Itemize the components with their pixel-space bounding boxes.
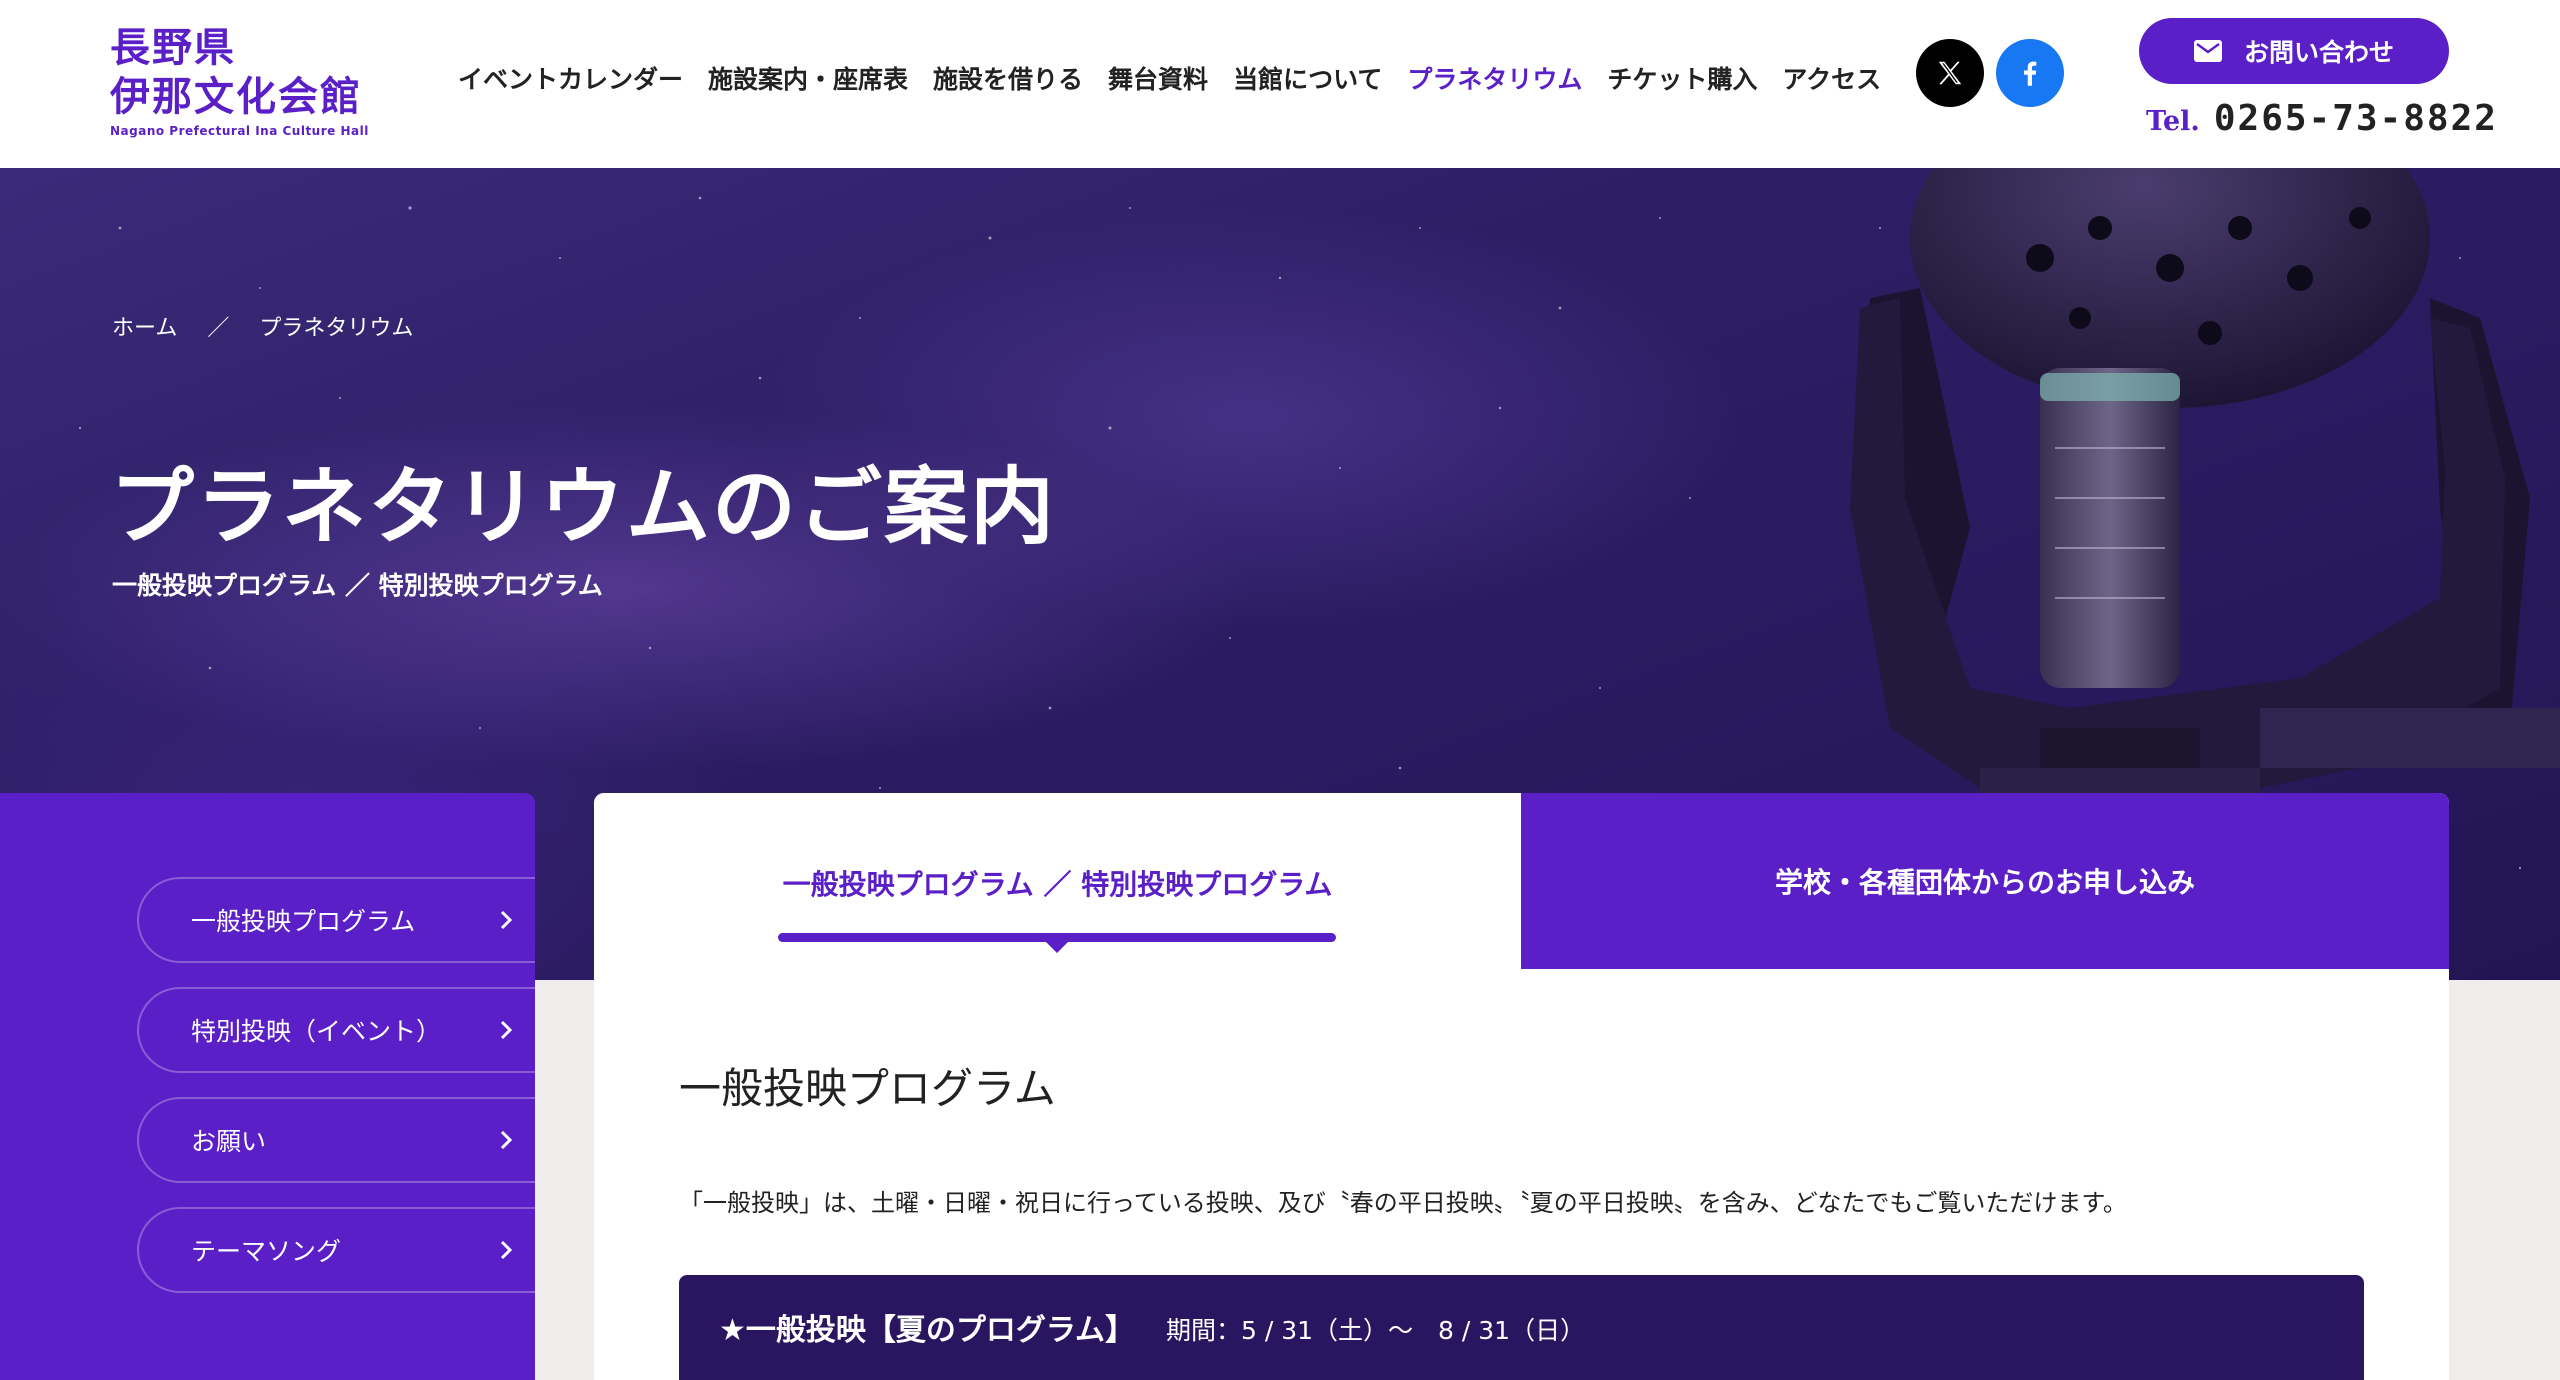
nav-access[interactable]: アクセス bbox=[1782, 60, 1881, 96]
page-subtitle: 一般投映プログラム ／ 特別投映プログラム bbox=[112, 571, 603, 600]
program-banner: ★一般投映【夏のプログラム】 期間：5 / 31（土）〜 8 / 31（日） bbox=[679, 1275, 2364, 1380]
facebook-link-button[interactable] bbox=[1996, 39, 2064, 107]
site-header: 長野県 伊那文化会館 Nagano Prefectural Ina Cultur… bbox=[0, 0, 2560, 168]
nav-stage-materials[interactable]: 舞台資料 bbox=[1108, 60, 1208, 96]
nav-planetarium[interactable]: プラネタリウム bbox=[1407, 60, 1582, 96]
mail-icon bbox=[2193, 40, 2222, 62]
active-tab-arrow bbox=[1045, 941, 1069, 953]
chevron-right-icon bbox=[500, 1020, 513, 1040]
breadcrumb-home[interactable]: ホーム bbox=[112, 310, 177, 342]
global-nav: イベントカレンダー 施設案内・座席表 施設を借りる 舞台資料 当館について プラ… bbox=[458, 56, 1906, 100]
contact-button[interactable]: お問い合わせ bbox=[2139, 18, 2449, 84]
main-content-card: 一般投映プログラム ／ 特別投映プログラム 学校・各種団体からのお申し込み 一般… bbox=[594, 793, 2449, 1380]
section-intro: 「一般投映」は、土曜・日曜・祝日に行っている投映、及び〝春の平日投映〟〝夏の平日… bbox=[679, 1189, 2127, 1217]
sidebar-item-special-event[interactable]: 特別投映（イベント） bbox=[137, 987, 535, 1073]
tel-label: Tel. bbox=[2146, 106, 2200, 137]
sidebar-item-requests[interactable]: お願い bbox=[137, 1097, 535, 1183]
program-title: ★一般投映【夏のプログラム】 bbox=[719, 1313, 1135, 1348]
logo-english-name: Nagano Prefectural Ina Culture Hall bbox=[110, 124, 369, 138]
nav-event-calendar[interactable]: イベントカレンダー bbox=[458, 60, 683, 96]
sidebar: 一般投映プログラム 特別投映（イベント） お願い テーマソング bbox=[0, 793, 535, 1380]
site-logo[interactable]: 長野県 伊那文化会館 Nagano Prefectural Ina Cultur… bbox=[110, 24, 380, 140]
tel-number: 0265-73-8822 bbox=[2213, 98, 2498, 139]
contact-label: お問い合わせ bbox=[2243, 38, 2394, 67]
sidebar-item-general-program[interactable]: 一般投映プログラム bbox=[137, 877, 535, 963]
tab-group-application[interactable]: 学校・各種団体からのお申し込み bbox=[1521, 793, 2449, 969]
facebook-icon bbox=[2024, 61, 2037, 86]
breadcrumb-current: プラネタリウム bbox=[259, 316, 414, 341]
x-link-button[interactable] bbox=[1916, 39, 1984, 107]
logo-prefecture: 長野県 bbox=[110, 25, 236, 71]
breadcrumb: ホーム ／ プラネタリウム bbox=[112, 310, 413, 342]
program-period: 期間：5 / 31（土）〜 8 / 31（日） bbox=[1166, 1316, 1586, 1345]
sidebar-item-label: 特別投映（イベント） bbox=[191, 1017, 442, 1046]
sidebar-item-theme-song[interactable]: テーマソング bbox=[137, 1207, 535, 1293]
phone-number[interactable]: Tel. 0265-73-8822 bbox=[2146, 98, 2498, 144]
page-title: プラネタリウムのご案内 bbox=[110, 458, 1057, 556]
x-logo-icon bbox=[1938, 61, 1962, 85]
chevron-right-icon bbox=[500, 910, 513, 930]
nav-facility-guide[interactable]: 施設案内・座席表 bbox=[708, 60, 908, 96]
sidebar-item-label: お願い bbox=[191, 1127, 267, 1156]
chevron-right-icon bbox=[500, 1240, 513, 1260]
nav-facility-rental[interactable]: 施設を借りる bbox=[933, 60, 1083, 96]
nav-tickets[interactable]: チケット購入 bbox=[1607, 60, 1757, 96]
tab-general-special-program[interactable]: 一般投映プログラム ／ 特別投映プログラム bbox=[594, 793, 1521, 969]
chevron-right-icon bbox=[500, 1130, 513, 1150]
section-title: 一般投映プログラム bbox=[679, 1064, 1056, 1113]
breadcrumb-separator: ／ bbox=[207, 316, 230, 341]
logo-hall-name: 伊那文化会館 bbox=[110, 74, 362, 120]
nav-about[interactable]: 当館について bbox=[1233, 60, 1382, 96]
sidebar-item-label: テーマソング bbox=[191, 1237, 342, 1266]
tab-label: 一般投映プログラム ／ 特別投映プログラム bbox=[782, 868, 1333, 901]
sidebar-item-label: 一般投映プログラム bbox=[191, 907, 416, 936]
tab-label: 学校・各種団体からのお申し込み bbox=[1774, 866, 2195, 899]
